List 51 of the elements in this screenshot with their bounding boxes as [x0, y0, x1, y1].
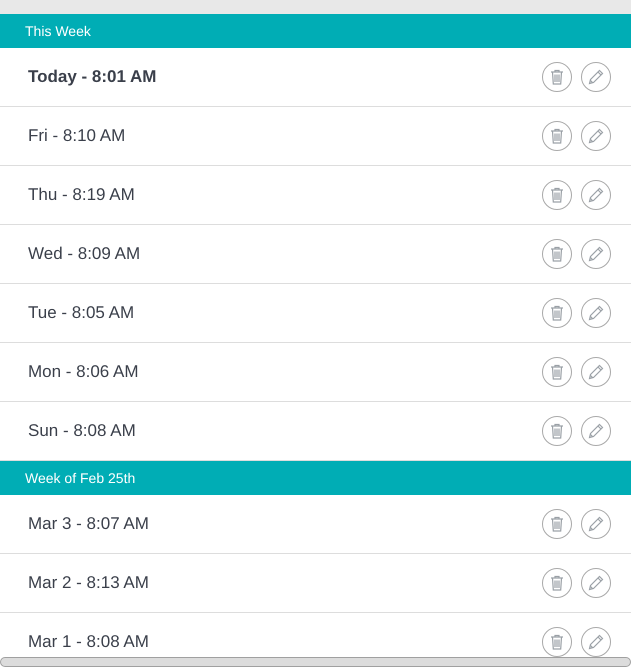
entry-label: Today - 8:01 AM — [28, 66, 156, 88]
trash-icon — [550, 423, 564, 439]
edit-button[interactable] — [581, 239, 611, 269]
edit-button[interactable] — [581, 121, 611, 151]
trash-icon — [550, 305, 564, 321]
pencil-icon — [588, 246, 604, 262]
entry-label: Mar 2 - 8:13 AM — [28, 572, 149, 594]
delete-button[interactable] — [542, 298, 572, 328]
edit-button[interactable] — [581, 568, 611, 598]
delete-button[interactable] — [542, 239, 572, 269]
delete-button[interactable] — [542, 509, 572, 539]
trash-icon — [550, 69, 564, 85]
section-header: This Week — [0, 14, 631, 48]
trash-icon — [550, 516, 564, 532]
edit-button[interactable] — [581, 298, 611, 328]
pencil-icon — [588, 69, 604, 85]
trash-icon — [550, 364, 564, 380]
pencil-icon — [588, 364, 604, 380]
trash-icon — [550, 634, 564, 650]
edit-button[interactable] — [581, 416, 611, 446]
pencil-icon — [588, 423, 604, 439]
pencil-icon — [588, 516, 604, 532]
pencil-icon — [588, 634, 604, 650]
trash-icon — [550, 128, 564, 144]
entry-label: Sun - 8:08 AM — [28, 420, 136, 442]
edit-button[interactable] — [581, 180, 611, 210]
delete-button[interactable] — [542, 568, 572, 598]
edit-button[interactable] — [581, 62, 611, 92]
delete-button[interactable] — [542, 121, 572, 151]
trash-icon — [550, 246, 564, 262]
delete-button[interactable] — [542, 357, 572, 387]
delete-button[interactable] — [542, 416, 572, 446]
pencil-icon — [588, 305, 604, 321]
edit-button[interactable] — [581, 509, 611, 539]
entry-label: Fri - 8:10 AM — [28, 125, 126, 148]
entry-label: Mar 1 - 8:08 AM — [28, 631, 149, 654]
delete-button[interactable] — [542, 180, 572, 210]
entry-label: Mar 3 - 8:07 AM — [28, 513, 149, 536]
section-header: Week of Feb 25th — [0, 461, 631, 495]
pencil-icon — [588, 187, 604, 203]
entry-label: Tue - 8:05 AM — [28, 302, 134, 324]
entry-label: Thu - 8:19 AM — [28, 184, 135, 206]
edit-button[interactable] — [581, 357, 611, 387]
delete-button[interactable] — [542, 62, 572, 92]
entry-label: Mon - 8:06 AM — [28, 361, 139, 384]
scrollbar[interactable] — [0, 657, 631, 667]
pencil-icon — [588, 128, 604, 144]
trash-icon — [550, 187, 564, 203]
pencil-icon — [588, 575, 604, 591]
trash-icon — [550, 575, 564, 591]
entry-label: Wed - 8:09 AM — [28, 243, 140, 266]
